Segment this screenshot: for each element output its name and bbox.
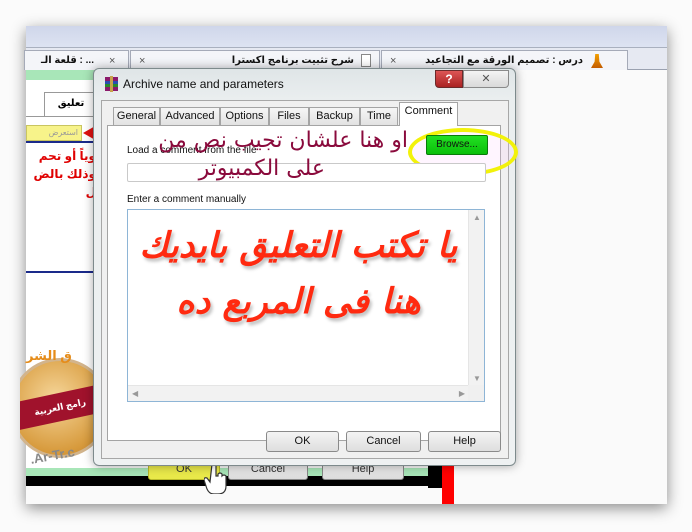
divider [26,271,98,273]
tab-general[interactable]: General [113,107,160,125]
tab-close-icon[interactable]: × [139,55,145,67]
tab-close-icon[interactable]: × [390,55,396,67]
comment-tab-panel: Load a comment from the file Browse... E… [107,125,518,441]
divider [26,141,98,143]
document-icon [361,54,371,67]
winrar-icon [105,76,118,92]
horizontal-scrollbar[interactable]: ◀ ▶ [128,385,469,401]
game-icon [591,54,603,68]
close-button[interactable]: ✕ [463,70,509,88]
scroll-left-icon[interactable]: ◀ [132,389,138,398]
annotation-browse-note-line2: على الكمبيوتر [198,156,325,181]
tab-title: درس : تصميم الورقة مع التجاعيد [425,55,583,66]
tab-backup[interactable]: Backup [309,107,360,125]
scroll-corner [468,385,484,401]
green-bar [26,70,98,80]
browser-tab-2[interactable]: × شرح تثبيت برنامج اكسترا [130,50,380,70]
background-page: تعليق استعرض وياً أو تحم وذلك بالض ل رام… [20,70,446,486]
tab-comment[interactable]: Comment [399,102,458,126]
tab-title: شرح تثبيت برنامج اكسترا [231,55,354,66]
manual-comment-label: Enter a comment manually [127,194,246,205]
hand-cursor-icon [204,462,227,494]
tab-close-icon[interactable]: × [109,55,115,67]
bg-red-line: ل [85,185,96,199]
browser-tabstrip: × درس : تصميم الورقة مع التجاعيد × شرح ت… [24,48,667,70]
tab-title: ... : قلعة الـ [41,55,94,66]
scroll-up-icon[interactable]: ▲ [473,213,481,222]
bg-browse-button: استعرض [26,125,82,141]
dialog-title: Archive name and parameters [123,77,284,91]
browser-toolbar [26,26,667,48]
site-logo: رامج العربية ق الشر .Ar-Tr.c [20,348,98,468]
cancel-button[interactable]: Cancel [346,431,421,452]
help-button[interactable]: Help [428,431,501,452]
tab-options[interactable]: Options [220,107,269,125]
tab-advanced[interactable]: Advanced [160,107,220,125]
scroll-down-icon[interactable]: ▼ [473,374,481,383]
bg-red-text: وياً أو تحم وذلك بالض ل [26,147,96,201]
bg-panel: استعرض وياً أو تحم وذلك بالض ل [26,116,98,273]
bg-red-line: وياً أو تحم [38,149,96,163]
tab-files[interactable]: Files [269,107,309,125]
comment-textarea[interactable]: يا تكتب التعليق بايديك هنا فى المربع ده … [127,209,485,402]
browser-tab-3[interactable]: × ... : قلعة الـ [24,50,129,70]
logo-text-top: ق الشر [26,348,72,363]
archive-dialog: Archive name and parameters ? ✕ General … [93,68,518,466]
scroll-right-icon[interactable]: ▶ [459,389,465,398]
browse-button[interactable]: Browse... [426,135,488,155]
browser-tab-1[interactable]: × درس : تصميم الورقة مع التجاعيد [381,50,628,70]
tab-time[interactable]: Time [360,107,398,125]
bg-tab-comment: تعليق [44,92,98,116]
help-title-button[interactable]: ? [435,70,463,88]
bg-red-line: وذلك بالض [33,167,96,181]
vertical-scrollbar[interactable]: ▲ ▼ [468,210,484,386]
ok-button[interactable]: OK [266,431,339,452]
annotation-browse-note-line1: او هنا علشان تجيب نص من [158,128,408,153]
comment-text: يا تكتب التعليق بايديك هنا فى المربع ده [139,226,458,322]
